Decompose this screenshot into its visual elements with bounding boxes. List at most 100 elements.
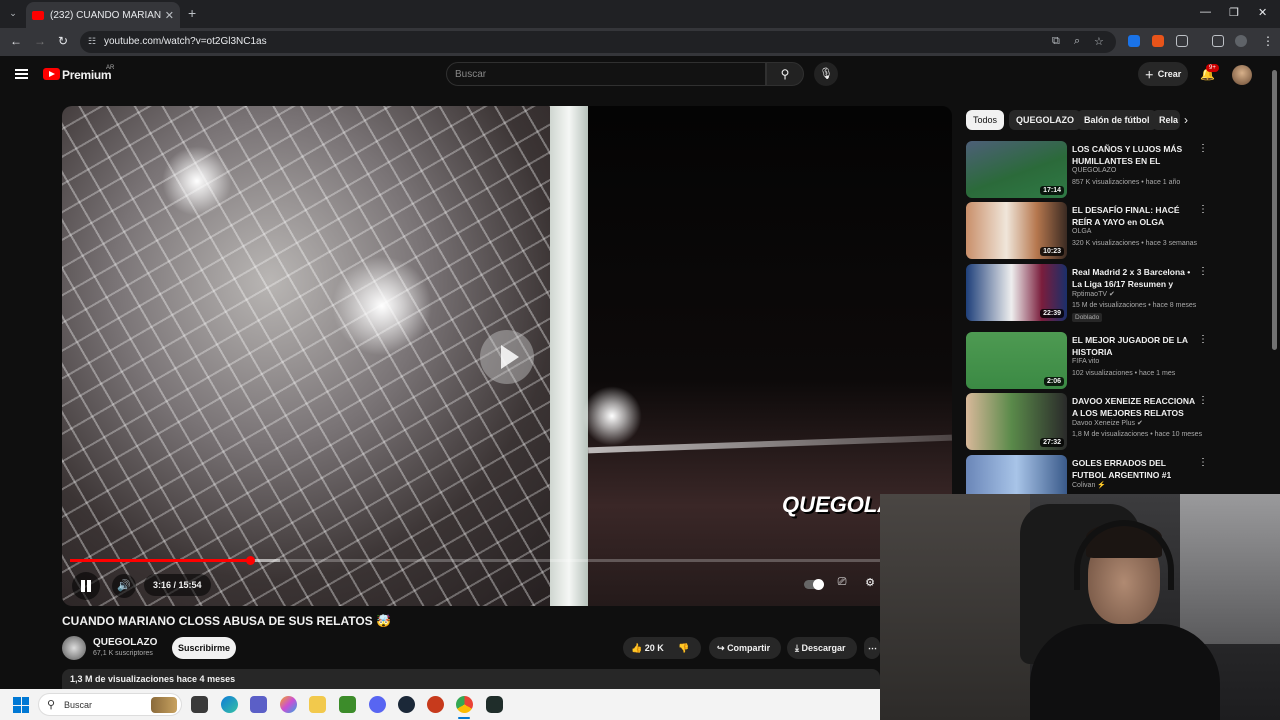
- bookmark-star-icon[interactable]: ☆: [1094, 35, 1104, 48]
- app-red-icon[interactable]: [427, 696, 444, 713]
- search-icon[interactable]: ⚲: [766, 62, 804, 86]
- description-box[interactable]: 1,3 M de visualizaciones hace 4 meses: [62, 669, 880, 689]
- site-info-icon[interactable]: ☷: [88, 36, 96, 47]
- account-avatar[interactable]: [1232, 65, 1252, 85]
- rec-meta: 15 M de visualizaciones • hace 8 meses: [1072, 302, 1197, 309]
- rec-channel[interactable]: FIFA vito: [1072, 358, 1099, 365]
- video-player[interactable]: QUEGOLA 🔊 3:16 / 15:54 ⎚ ⚙: [62, 106, 952, 606]
- volume-icon[interactable]: 🔊: [112, 574, 136, 598]
- rec-menu-icon[interactable]: ⋮: [1198, 395, 1208, 406]
- address-bar[interactable]: ☷ youtube.com/watch?v=ot2Gl3NC1as ⧉ ⌕ ☆: [80, 31, 1116, 53]
- windows-start-icon[interactable]: [13, 697, 29, 713]
- tab-list-button[interactable]: ⌄: [6, 6, 20, 20]
- pause-icon[interactable]: [72, 572, 100, 600]
- rec-title[interactable]: GOLES ERRADOS DEL FUTBOL ARGENTINO #1: [1072, 457, 1196, 481]
- recommendation-item[interactable]: 27:32 DAVOO XENEIZE REACCIONA A LOS MEJO…: [966, 393, 1212, 451]
- minimize-button[interactable]: —: [1200, 6, 1211, 18]
- chrome-icon[interactable]: [456, 696, 473, 713]
- rec-menu-icon[interactable]: ⋮: [1198, 204, 1208, 215]
- forward-icon[interactable]: →: [34, 34, 46, 48]
- back-icon[interactable]: ←: [10, 34, 22, 48]
- rec-thumbnail[interactable]: 22:39: [966, 264, 1067, 321]
- chip-balon[interactable]: Balón de fútbol: [1077, 110, 1157, 130]
- extension-1-icon[interactable]: [1128, 35, 1140, 47]
- share-button[interactable]: ↪ Compartir: [709, 637, 781, 659]
- play-overlay-icon[interactable]: [480, 330, 534, 384]
- file-explorer-icon[interactable]: [309, 696, 326, 713]
- rec-duration: 27:32: [1040, 438, 1064, 447]
- steam-icon[interactable]: [398, 696, 415, 713]
- search-input[interactable]: Buscar: [446, 62, 766, 86]
- menu-kebab-icon[interactable]: ⋮: [1262, 34, 1274, 48]
- profile-icon[interactable]: [1235, 35, 1247, 47]
- rec-thumbnail[interactable]: 2:06: [966, 332, 1067, 389]
- recommendation-item[interactable]: 10:23 EL DESAFÍO FINAL: HACÉ REÍR A YAYO…: [966, 202, 1212, 260]
- rec-menu-icon[interactable]: ⋮: [1198, 143, 1208, 154]
- task-view-icon[interactable]: [191, 696, 208, 713]
- like-count[interactable]: 20 K: [645, 643, 664, 653]
- copilot-icon[interactable]: [280, 696, 297, 713]
- create-button[interactable]: ＋ Crear: [1138, 62, 1188, 86]
- reload-icon[interactable]: ↻: [58, 34, 68, 48]
- rec-thumbnail[interactable]: 10:23: [966, 202, 1067, 259]
- new-tab-button[interactable]: +: [188, 5, 196, 21]
- install-icon[interactable]: ⧉: [1052, 35, 1060, 48]
- reading-list-icon[interactable]: [1212, 35, 1224, 47]
- recommendation-item[interactable]: 17:14 LOS CAÑOS Y LUJOS MÁS HUMILLANTES …: [966, 141, 1212, 199]
- rec-title[interactable]: DAVOO XENEIZE REACCIONA A LOS MEJORES RE…: [1072, 395, 1196, 419]
- teams-icon[interactable]: [250, 696, 267, 713]
- zoom-icon[interactable]: ⌕: [1074, 35, 1080, 48]
- rec-channel[interactable]: Davoo Xeneize Plus ✔: [1072, 419, 1143, 427]
- recommendation-item[interactable]: 22:39 Real Madrid 2 x 3 Barcelona • La L…: [966, 264, 1212, 322]
- rec-thumbnail[interactable]: 17:14: [966, 141, 1067, 198]
- rec-title[interactable]: Real Madrid 2 x 3 Barcelona • La Liga 16…: [1072, 266, 1196, 290]
- youtube-logo-icon[interactable]: [43, 68, 60, 80]
- autoplay-toggle[interactable]: [804, 579, 824, 590]
- chevron-right-icon[interactable]: ›: [1184, 110, 1188, 130]
- download-button[interactable]: ⤓ Descargar: [787, 637, 857, 659]
- rec-title[interactable]: EL DESAFÍO FINAL: HACÉ REÍR A YAYO en OL…: [1072, 204, 1196, 228]
- subscribe-button[interactable]: Suscribirme: [172, 637, 236, 659]
- subtitles-icon[interactable]: ⎚: [832, 576, 852, 594]
- rec-thumbnail[interactable]: [966, 455, 1067, 495]
- tab-youtube[interactable]: (232) CUANDO MARIANO C ✕: [26, 2, 180, 28]
- rec-menu-icon[interactable]: ⋮: [1198, 457, 1208, 468]
- channel-name[interactable]: QUEGOLAZO: [93, 637, 157, 648]
- channel-subscribers: 67,1 K suscriptores: [93, 650, 153, 657]
- rec-menu-icon[interactable]: ⋮: [1198, 266, 1208, 277]
- maximize-button[interactable]: ❐: [1229, 6, 1239, 19]
- rec-channel[interactable]: OLGA: [1072, 228, 1091, 235]
- recommendation-item[interactable]: 2:06 EL MEJOR JUGADOR DE LA HISTORIA FIF…: [966, 332, 1212, 390]
- dislike-icon[interactable]: 👎: [678, 643, 689, 653]
- discord-icon[interactable]: [369, 696, 386, 713]
- tab-close-icon[interactable]: ✕: [165, 9, 174, 22]
- mic-icon[interactable]: 🎙: [814, 62, 838, 86]
- brand-label[interactable]: Premium: [62, 68, 112, 82]
- recommendation-item[interactable]: GOLES ERRADOS DEL FUTBOL ARGENTINO #1 Co…: [966, 455, 1212, 495]
- extensions-puzzle-icon[interactable]: [1176, 35, 1188, 47]
- like-icon[interactable]: 👍: [631, 643, 642, 653]
- extension-2-icon[interactable]: [1152, 35, 1164, 47]
- rec-menu-icon[interactable]: ⋮: [1198, 334, 1208, 345]
- more-actions-button[interactable]: ⋯: [864, 637, 880, 659]
- channel-avatar[interactable]: [62, 636, 86, 660]
- url-text[interactable]: youtube.com/watch?v=ot2Gl3NC1as: [104, 36, 267, 47]
- edge-icon[interactable]: [221, 696, 238, 713]
- chip-quegolazo[interactable]: QUEGOLAZO: [1009, 110, 1081, 130]
- progress-scrubber[interactable]: [246, 556, 255, 565]
- close-window-button[interactable]: ✕: [1258, 6, 1267, 19]
- settings-gear-icon[interactable]: ⚙: [860, 576, 880, 594]
- rec-title[interactable]: EL MEJOR JUGADOR DE LA HISTORIA: [1072, 334, 1196, 358]
- rec-channel[interactable]: RptimaoTV ✔: [1072, 290, 1115, 298]
- rec-thumbnail[interactable]: 27:32: [966, 393, 1067, 450]
- taskbar-search[interactable]: ⚲ Buscar: [38, 693, 182, 716]
- rec-channel[interactable]: QUEGOLAZO: [1072, 167, 1116, 174]
- rec-title[interactable]: LOS CAÑOS Y LUJOS MÁS HUMILLANTES EN EL …: [1072, 143, 1196, 167]
- rec-channel[interactable]: Colivan ⚡: [1072, 481, 1106, 489]
- menu-hamburger-icon[interactable]: [15, 69, 28, 79]
- scrollbar-thumb[interactable]: [1272, 70, 1277, 350]
- chip-todos[interactable]: Todos: [966, 110, 1005, 130]
- app-green-icon[interactable]: [486, 696, 503, 713]
- nvidia-icon[interactable]: [339, 696, 356, 713]
- chip-rela[interactable]: Rela: [1152, 110, 1180, 130]
